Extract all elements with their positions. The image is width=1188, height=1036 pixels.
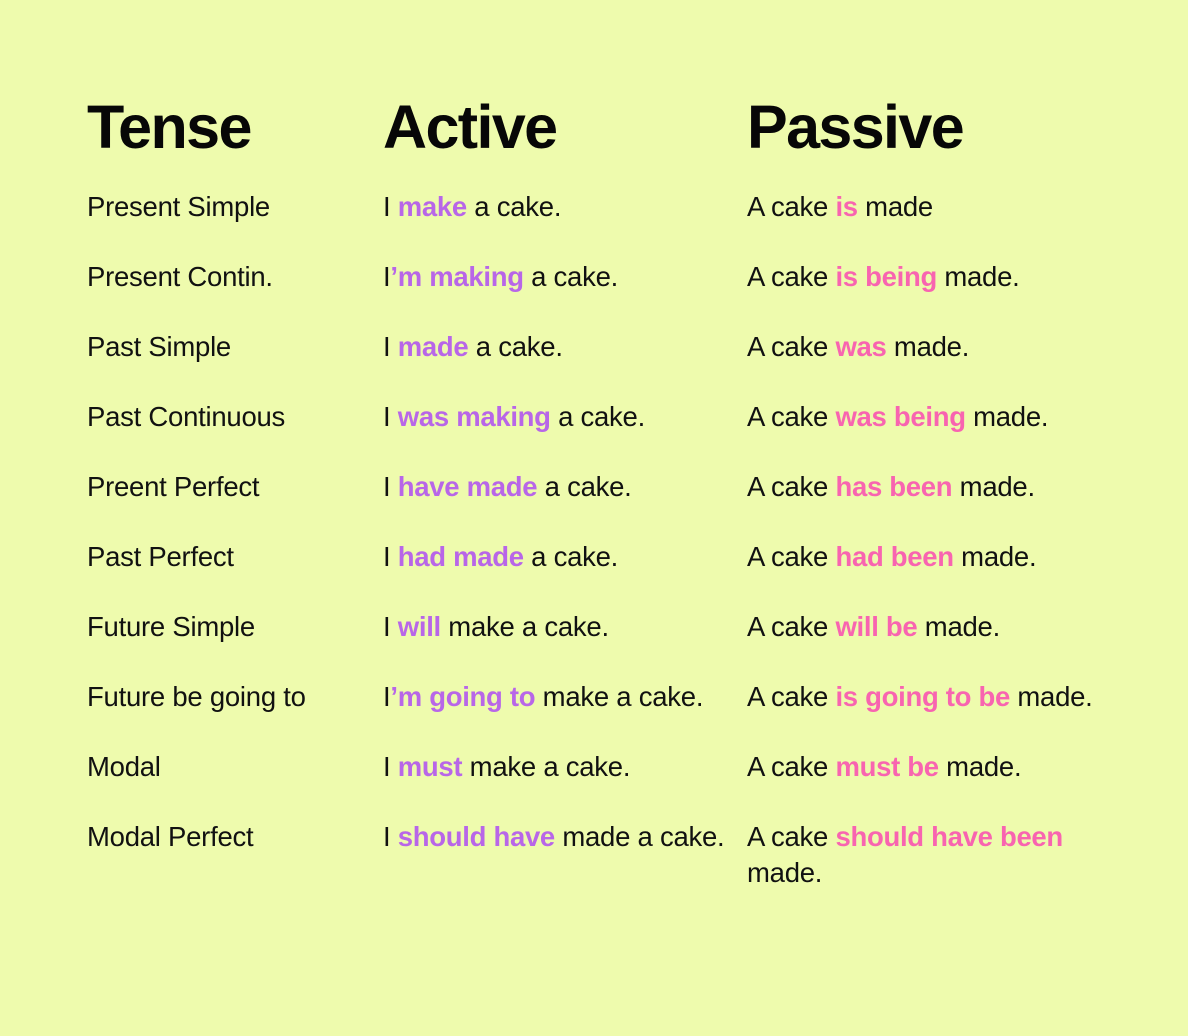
column-header-tense: Tense [87,93,252,161]
active-suffix: a cake. [523,541,619,572]
passive-highlight: will be [835,611,918,642]
passive-suffix: made. [1010,681,1093,712]
passive-prefix: A cake [747,681,836,712]
passive-highlight: is being [835,261,937,292]
cell-passive: A cake is being made. [747,259,1147,329]
passive-highlight: should have been [835,821,1063,852]
cell-active: I must make a cake. [383,749,747,819]
passive-suffix: made. [952,471,1035,502]
passive-suffix: made. [886,331,970,362]
cell-active: I have made a cake. [383,469,747,539]
active-suffix: a cake. [468,331,563,362]
cell-passive: A cake is going to be made. [747,679,1147,749]
active-prefix: I [383,191,398,222]
active-prefix: I [383,401,398,432]
cell-active: I made a cake. [383,329,747,399]
cell-tense: Future be going to [87,681,306,712]
active-highlight: must [397,751,463,782]
cell-passive: A cake is made [747,189,1147,259]
active-highlight: should have [397,821,555,852]
active-suffix: a cake. [523,261,619,292]
passive-prefix: A cake [747,541,836,572]
cell-tense: Past Perfect [87,541,234,572]
grammar-table-page: Tense Active Passive Present Simple I mak… [0,0,1188,1036]
column-header-passive: Passive [747,93,965,161]
cell-tense: Modal Perfect [87,821,254,852]
passive-highlight: must be [835,751,939,782]
active-prefix: I [383,471,398,502]
cell-active: I should have made a cake. [383,819,747,891]
active-prefix: I [383,611,398,642]
cell-tense: Present Simple [87,191,270,222]
active-suffix: a cake. [537,471,632,502]
cell-passive: A cake had been made. [747,539,1147,609]
passive-suffix: made. [936,261,1020,292]
cell-tense: Past Simple [87,331,231,362]
cell-passive: A cake must be made. [747,749,1147,819]
active-prefix: I [383,821,398,852]
cell-tense: Modal [87,751,161,782]
passive-suffix: made. [917,611,1000,642]
cell-active: I was making a cake. [383,399,747,469]
passive-highlight: was being [835,401,966,432]
cell-passive: A cake was made. [747,329,1147,399]
active-highlight: have made [397,471,538,502]
passive-suffix: made. [747,857,823,888]
cell-tense: Past Continuous [87,401,286,432]
passive-prefix: A cake [747,191,836,222]
active-highlight: ’m making [390,261,524,292]
cell-passive: A cake was being made. [747,399,1147,469]
active-highlight: made [397,331,469,362]
active-highlight: was making [397,401,551,432]
passive-prefix: A cake [747,261,836,292]
passive-prefix: A cake [747,751,836,782]
passive-suffix: made. [965,401,1049,432]
passive-prefix: A cake [747,331,836,362]
passive-prefix: A cake [747,471,836,502]
active-suffix: a cake. [466,191,562,222]
active-suffix: a cake. [550,401,645,432]
active-prefix: I [383,751,398,782]
passive-suffix: made. [953,541,1037,572]
active-highlight: ’m going to [390,681,536,712]
active-prefix: I [383,541,398,572]
cell-passive: A cake has been made. [747,469,1147,539]
active-suffix: make a cake. [535,681,704,712]
cell-tense: Future Simple [87,611,255,642]
cell-active: I had made a cake. [383,539,747,609]
column-header-active: Active [383,93,558,161]
passive-highlight: is [835,191,858,222]
passive-suffix: made [857,191,933,222]
passive-prefix: A cake [747,611,836,642]
passive-highlight: is going to be [835,681,1010,712]
passive-prefix: A cake [747,821,836,852]
active-highlight: will [397,611,441,642]
passive-prefix: A cake [747,401,836,432]
cell-active: I’m making a cake. [383,259,747,329]
cell-active: I make a cake. [383,189,747,259]
cell-active: I’m going to make a cake. [383,679,747,749]
passive-suffix: made. [938,751,1022,782]
active-suffix: make a cake. [462,751,631,782]
cell-active: I will make a cake. [383,609,747,679]
passive-highlight: has been [835,471,953,502]
cell-passive: A cake will be made. [747,609,1147,679]
passive-highlight: was [835,331,887,362]
active-highlight: make [397,191,467,222]
active-suffix: made a cake. [554,821,725,852]
passive-highlight: had been [835,541,954,572]
cell-tense: Present Contin. [87,261,273,292]
active-prefix: I [383,331,398,362]
active-suffix: make a cake. [440,611,609,642]
cell-passive: A cake should have been made. [747,819,1147,891]
active-highlight: had made [397,541,524,572]
cell-tense: Preent Perfect [87,471,260,502]
tense-voice-table: Tense Active Passive Present Simple I mak… [87,92,1147,891]
